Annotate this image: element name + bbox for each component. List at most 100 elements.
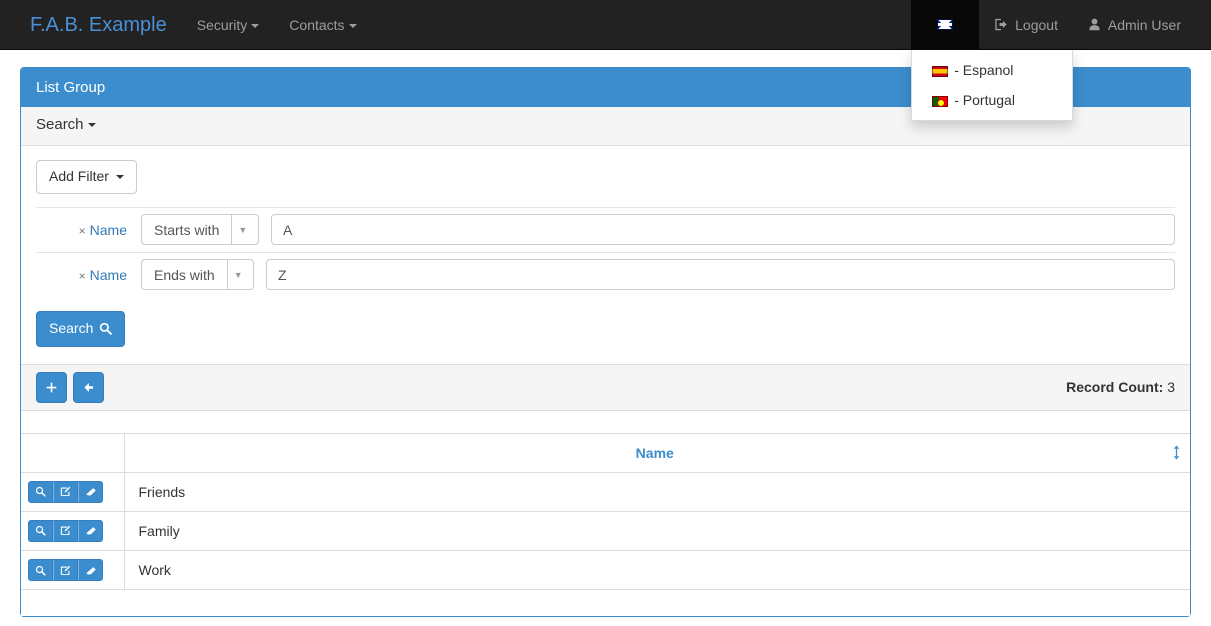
row-action-group (28, 559, 103, 581)
chevron-down-icon (88, 123, 96, 127)
logout-link[interactable]: Logout (979, 0, 1073, 49)
flag-pt-icon (932, 96, 948, 107)
chevron-down-icon (349, 24, 357, 28)
language-toggle[interactable] (911, 0, 979, 49)
records-table: Name (21, 433, 1190, 590)
row-name-cell: Work (124, 550, 1190, 589)
magnifier-icon (35, 486, 46, 497)
row-name-cell: Friends (124, 472, 1190, 511)
pencil-square-icon (60, 525, 71, 536)
user-label: Admin User (1108, 17, 1181, 33)
search-toggle-link[interactable]: Search (36, 116, 96, 133)
filter-field-label-2: Name (90, 267, 127, 283)
show-record-button[interactable] (28, 520, 53, 542)
user-link[interactable]: Admin User (1073, 0, 1211, 49)
table-header-name-label: Name (636, 445, 674, 461)
remove-filter-x-icon: × (79, 269, 86, 283)
eraser-icon (85, 486, 97, 497)
edit-record-button[interactable] (53, 481, 78, 503)
magnifier-icon (35, 565, 46, 576)
table-footer (21, 589, 1190, 616)
add-record-button[interactable] (36, 372, 67, 403)
table-head: Name (21, 433, 1190, 472)
table-spacer (21, 411, 1190, 433)
filter-operator-select-1[interactable]: Starts with ▼ (141, 214, 259, 245)
chevron-down-icon (251, 24, 259, 28)
filter-operator-value-1: Starts with (142, 215, 231, 244)
nav-link-contacts[interactable]: Contacts (274, 0, 371, 49)
nav-label-contacts: Contacts (289, 17, 344, 33)
filter-value-input-2[interactable] (266, 259, 1175, 290)
magnifier-icon (99, 322, 112, 335)
filter-row: × Name Starts with ▼ (36, 207, 1175, 252)
search-submit-button[interactable]: Search (36, 311, 125, 347)
remove-filter-x-icon: × (79, 224, 86, 238)
top-navbar: F.A.B. Example Security Contacts - Espan… (0, 0, 1211, 50)
table-header-name[interactable]: Name (124, 433, 1190, 472)
nav-item-logout[interactable]: Logout (979, 0, 1073, 49)
delete-record-button[interactable] (78, 481, 103, 503)
list-toolbar: Record Count: 3 (21, 364, 1190, 411)
nav-label-security: Security (197, 17, 248, 33)
search-toggle-label: Search (36, 116, 84, 133)
remove-filter-name-2[interactable]: × Name (36, 267, 141, 283)
language-option-portugal-label: - Portugal (954, 92, 1015, 108)
language-option-espanol[interactable]: - Espanol (912, 55, 1072, 85)
add-filter-button[interactable]: Add Filter (36, 160, 137, 194)
filter-operator-select-2[interactable]: Ends with ▼ (141, 259, 254, 290)
nav-item-security[interactable]: Security (182, 0, 275, 49)
record-count-label: Record Count: (1066, 379, 1163, 395)
table-body: Friends (21, 472, 1190, 589)
edit-record-button[interactable] (53, 520, 78, 542)
filter-field-label-1: Name (90, 222, 127, 238)
table-header-row: Name (21, 433, 1190, 472)
eraser-icon (85, 525, 97, 536)
table-header-actions (21, 433, 124, 472)
filter-value-input-1[interactable] (271, 214, 1175, 245)
filter-area: Add Filter × Name Starts with ▼ × Name (21, 146, 1190, 297)
navbar-left-group: F.A.B. Example Security Contacts (0, 0, 372, 49)
plus-icon (45, 381, 58, 394)
brand-link[interactable]: F.A.B. Example (0, 0, 182, 49)
nav-item-language[interactable]: - Espanol - Portugal (911, 0, 979, 49)
search-submit-label: Search (49, 319, 93, 339)
record-count: Record Count: 3 (1066, 379, 1175, 395)
flag-gb-icon (937, 19, 953, 30)
pencil-square-icon (60, 565, 71, 576)
nav-item-user[interactable]: Admin User (1073, 0, 1211, 49)
delete-record-button[interactable] (78, 520, 103, 542)
list-group-panel: List Group Search Add Filter ×Name Start… (20, 67, 1191, 617)
nav-link-security[interactable]: Security (182, 0, 275, 49)
language-dropdown-menu: - Espanol - Portugal (911, 50, 1073, 121)
arrow-left-icon (82, 381, 95, 394)
table-row: Work (21, 550, 1190, 589)
search-button-area: Search (21, 297, 1190, 364)
table-row: Family (21, 511, 1190, 550)
back-button[interactable] (73, 372, 104, 403)
add-filter-label: Add Filter (49, 167, 109, 187)
row-action-group (28, 520, 103, 542)
flag-es-icon (932, 66, 948, 77)
remove-filter-name-1[interactable]: × Name (36, 222, 141, 238)
sign-out-icon (994, 17, 1012, 33)
user-icon (1088, 17, 1105, 33)
pencil-square-icon (60, 486, 71, 497)
filter-row: × Name Ends with ▼ (36, 252, 1175, 297)
language-option-portugal[interactable]: - Portugal (912, 85, 1072, 115)
nav-item-contacts[interactable]: Contacts (274, 0, 371, 49)
delete-record-button[interactable] (78, 559, 103, 581)
row-actions-cell (21, 550, 124, 589)
show-record-button[interactable] (28, 481, 53, 503)
eraser-icon (85, 565, 97, 576)
show-record-button[interactable] (28, 559, 53, 581)
sort-icon[interactable] (1171, 445, 1182, 460)
row-actions-cell (21, 511, 124, 550)
chevron-down-icon: ▼ (227, 260, 249, 289)
chevron-down-icon (116, 175, 124, 179)
navbar-right-group: - Espanol - Portugal Logout (911, 0, 1211, 49)
table-row: Friends (21, 472, 1190, 511)
chevron-down-icon: ▼ (231, 215, 253, 244)
row-action-group (28, 481, 103, 503)
row-actions-cell (21, 472, 124, 511)
edit-record-button[interactable] (53, 559, 78, 581)
